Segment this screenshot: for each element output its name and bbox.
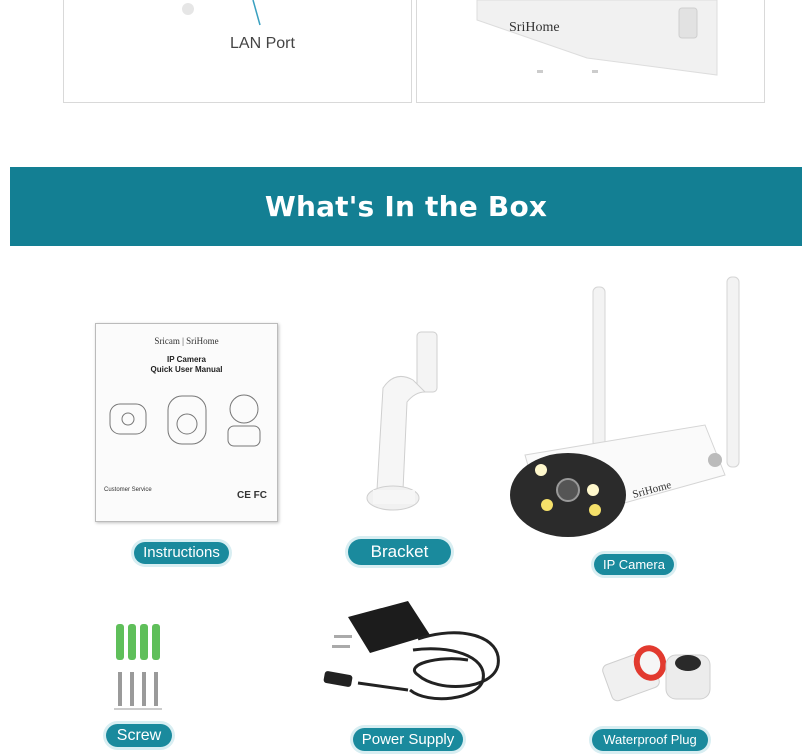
instructions-label: Instructions: [134, 542, 229, 564]
bracket-label: Bracket: [348, 539, 451, 565]
ip-camera-image: [510, 276, 740, 537]
ip-camera-label: IP Camera: [594, 554, 674, 575]
screw-label: Screw: [106, 724, 172, 747]
camera-body-illustration: [476, 0, 718, 76]
bracket-image: [366, 331, 438, 511]
waterproof-plug-image: [602, 645, 711, 702]
camera-detail-panel: SriHome: [416, 0, 765, 103]
manual-title-line1: IP Camera: [167, 355, 206, 364]
manual-camera-drawings: [109, 394, 261, 447]
instruction-manual-image: Sricam | SriHome IP Camera Quick User Ma…: [95, 323, 278, 522]
section-banner: What's In the Box: [10, 167, 802, 246]
screw-image: [114, 624, 162, 710]
manual-cert-marks: CE FC: [237, 490, 267, 501]
waterproof-plug-label: Waterproof Plug: [592, 729, 708, 751]
power-supply-image: [323, 601, 500, 701]
lan-port-panel: LAN Port: [63, 0, 412, 103]
lan-port-label: LAN Port: [230, 35, 295, 52]
manual-brand: Sricam | SriHome: [154, 336, 219, 346]
camera-brand-label: SriHome: [509, 20, 560, 35]
power-supply-label: Power Supply: [353, 728, 463, 751]
manual-title-line2: Quick User Manual: [150, 365, 223, 374]
banner-title: What's In the Box: [264, 190, 548, 223]
manual-footer: Customer Service: [104, 487, 152, 493]
